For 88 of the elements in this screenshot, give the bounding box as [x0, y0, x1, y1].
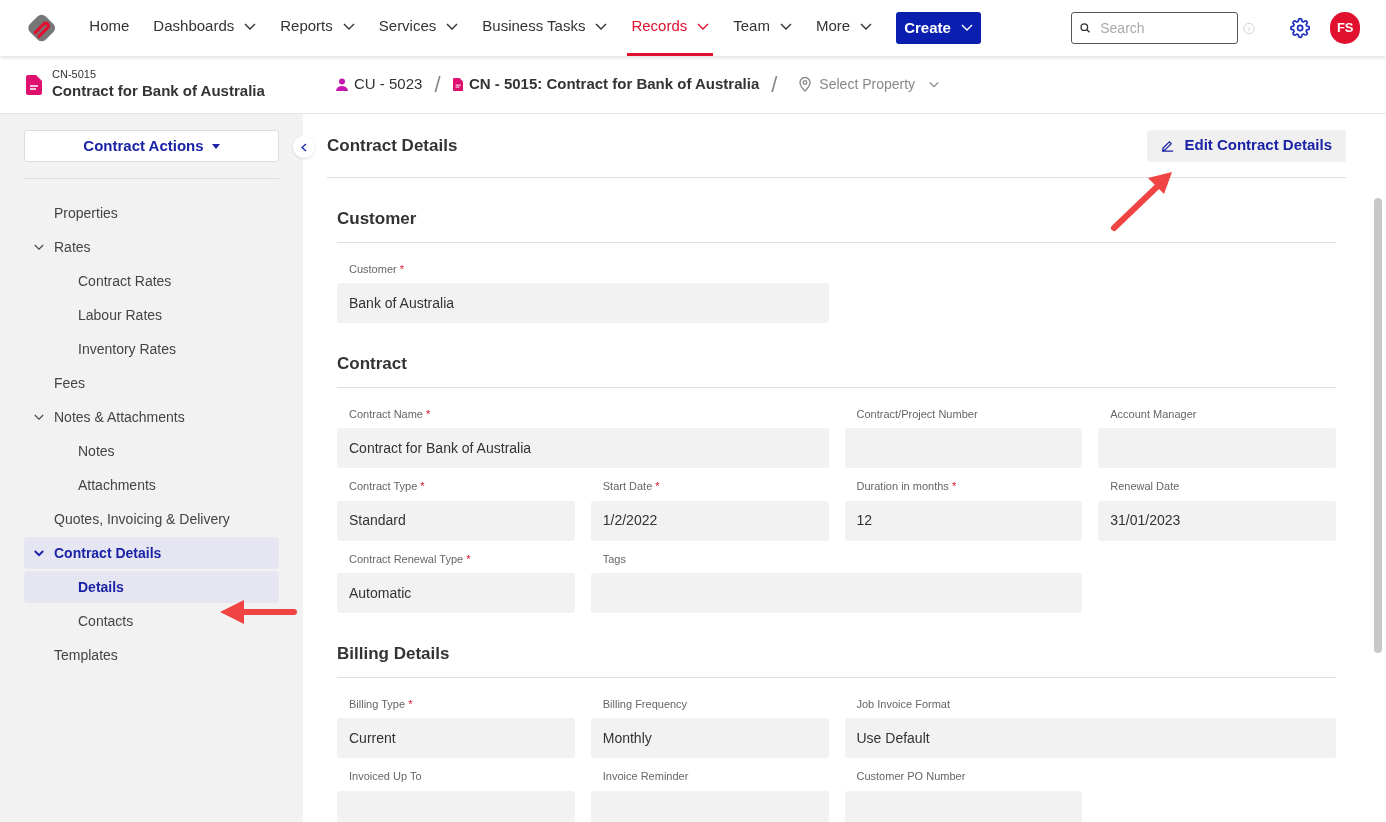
input-field[interactable]: 12	[844, 500, 1083, 541]
location-pin-icon	[799, 77, 812, 92]
caret-icon	[211, 143, 220, 149]
sidebar-item[interactable]: Attachments	[24, 469, 279, 501]
sidebar-item[interactable]: Fees	[24, 367, 279, 399]
field-label: Renewal Date	[1109, 479, 1181, 494]
record-code: CN-5015	[52, 68, 98, 82]
chevron-down-icon	[595, 22, 608, 31]
scrollbar-thumb[interactable]	[1374, 198, 1382, 653]
sidebar-item[interactable]: Quotes, Invoicing & Delivery	[24, 503, 279, 535]
field-label: Job Invoice Format	[855, 696, 952, 712]
chevron-down-icon	[342, 22, 355, 31]
create-button[interactable]: Create	[896, 12, 981, 44]
chevron-icon	[34, 413, 44, 421]
field-label: Invoice Reminder	[601, 769, 690, 784]
property-select[interactable]: Select Property	[799, 74, 940, 95]
input-field[interactable]: Current	[337, 718, 575, 758]
sidebar-item[interactable]: Templates	[24, 639, 279, 671]
nav-menu-item[interactable]: Services	[374, 0, 463, 56]
field-label: Start Date *	[601, 479, 661, 494]
chevron-left-icon	[301, 142, 307, 152]
chevron-down-icon	[697, 22, 710, 31]
page-title: Contract Details	[327, 134, 458, 157]
person-icon	[336, 78, 348, 91]
sidebar-item[interactable]: Details	[24, 571, 279, 603]
field-label: Contract Renewal Type *	[348, 551, 472, 567]
search-icon	[1079, 22, 1091, 34]
input-field[interactable]: Use Default	[844, 718, 1336, 758]
edit-contract-details-button[interactable]: Edit Contract Details	[1147, 129, 1346, 162]
input-field[interactable]: Contract for Bank of Australia	[337, 428, 829, 468]
input-field[interactable]: Monthly	[590, 718, 829, 758]
input-field[interactable]: Automatic	[337, 573, 575, 613]
input-field[interactable]: 31/01/2023	[1098, 500, 1336, 541]
chevron-down-icon	[244, 22, 257, 31]
sidebar-item[interactable]: Contract Details	[24, 537, 279, 569]
record-title: Contract for Bank of Australia	[52, 82, 266, 101]
sidebar-item[interactable]: Contacts	[24, 605, 279, 637]
nav-menu-item[interactable]: More	[811, 0, 877, 56]
search-input[interactable]: Search	[1100, 17, 1230, 39]
chevron-down-icon	[929, 80, 940, 89]
nav-menu-item[interactable]: Team	[729, 0, 796, 56]
settings-icon[interactable]	[1290, 17, 1311, 39]
sidebar-item[interactable]: Inventory Rates	[24, 333, 279, 365]
field-label: Billing Frequency	[601, 696, 689, 712]
user-avatar[interactable]: FS	[1330, 12, 1360, 44]
chevron-down-icon	[446, 22, 459, 31]
input-field[interactable]: Bank of Australia	[337, 283, 829, 323]
field-label: Contract/Project Number	[855, 406, 979, 422]
field-label: Account Manager	[1109, 406, 1198, 422]
field-label: Contract Name *	[348, 406, 432, 422]
chevron-down-icon	[779, 22, 792, 31]
nav-menu-item[interactable]: Records	[627, 0, 714, 56]
field-label: Customer *	[348, 261, 406, 277]
sidebar-item[interactable]: Notes & Attachments	[24, 401, 279, 433]
breadcrumb-separator: /	[771, 71, 778, 99]
field-label: Duration in months *	[855, 479, 958, 494]
contract-actions-button[interactable]: Contract Actions	[24, 130, 279, 162]
section-heading: Billing Details	[337, 613, 1336, 678]
nav-menu-item[interactable]: Dashboards	[149, 0, 261, 56]
document-icon	[452, 78, 463, 91]
chevron-down-icon	[860, 22, 873, 31]
field-label: Contract Type *	[348, 479, 426, 494]
sidebar-item[interactable]: Properties	[24, 197, 279, 229]
nav-menu-item[interactable]: Business Tasks	[478, 0, 612, 56]
sidebar-item[interactable]: Labour Rates	[24, 299, 279, 331]
field-label: Customer PO Number	[855, 769, 967, 784]
field-label: Invoiced Up To	[348, 769, 423, 784]
nav-menu-item[interactable]: Home	[85, 0, 134, 56]
pencil-icon	[1161, 139, 1175, 152]
breadcrumb-separator: /	[434, 71, 441, 99]
chevron-down-icon	[960, 24, 973, 32]
input-field[interactable]: 1/2/2022	[590, 500, 829, 541]
sidebar-item[interactable]: Contract Rates	[24, 265, 279, 297]
chevron-icon	[34, 243, 44, 251]
field-label: Tags	[601, 551, 627, 567]
search-field[interactable]: Search	[1070, 12, 1239, 44]
breadcrumb-link[interactable]: CU - 5023	[336, 73, 423, 96]
info-icon[interactable]	[1243, 21, 1256, 35]
section-heading: Contract	[337, 323, 1336, 388]
nav-menu-item[interactable]: Reports	[276, 0, 359, 56]
chevron-icon	[34, 549, 44, 557]
breadcrumb-link[interactable]: CN - 5015: Contract for Bank of Australia	[452, 73, 760, 96]
sidebar-item[interactable]: Notes	[24, 435, 279, 467]
collapse-sidebar-button[interactable]	[293, 136, 315, 158]
input-field[interactable]: Standard	[337, 500, 575, 541]
document-icon	[26, 74, 42, 95]
field-label: Billing Type *	[348, 696, 414, 712]
sidebar-item[interactable]: Rates	[24, 231, 279, 263]
